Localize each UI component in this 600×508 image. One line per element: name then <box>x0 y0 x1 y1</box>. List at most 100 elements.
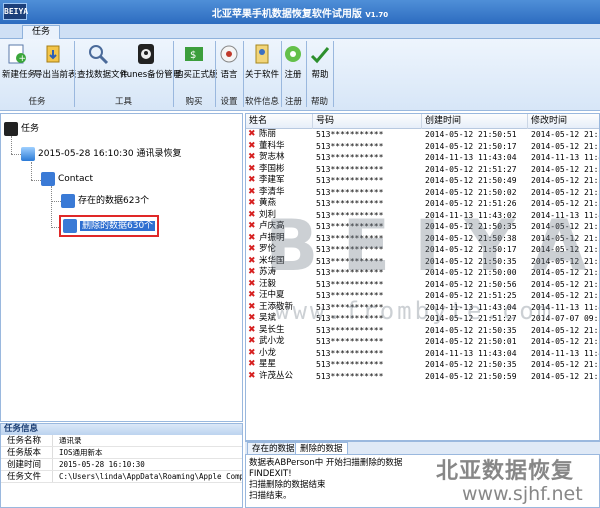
deleted-icon: ✖ <box>248 163 256 174</box>
created-time: 2014-05-12 21:51:26 <box>425 199 517 208</box>
table-row[interactable]: ✖ 卢庆高 513*********** 2014-05-12 21:50:35 201… <box>246 221 599 233</box>
tab-task[interactable]: 任务 <box>22 25 60 39</box>
language-label: 语言 <box>220 70 238 80</box>
contact-name: 汪毅 <box>259 278 277 289</box>
table-row[interactable]: ✖ 刘利 513*********** 2014-11-13 11:43:02 2014… <box>246 210 599 222</box>
modified-time: 2014-11-13 11:43:04 <box>531 302 599 312</box>
deleted-icon: ✖ <box>248 221 256 231</box>
table-row[interactable]: ✖ 苏涛 513*********** 2014-05-12 21:50:00 2014… <box>246 267 599 279</box>
help-label: 帮助 <box>311 70 329 80</box>
phone-number: 513*********** <box>316 371 384 381</box>
contact-name: 苏涛 <box>259 267 277 277</box>
help-button[interactable]: 帮助 <box>309 41 331 87</box>
name-cell: ✖ 贺志林 <box>248 152 285 164</box>
col-header-created[interactable]: 创建时间 <box>422 114 528 129</box>
table-row[interactable]: ✖ 王添敬新 513*********** 2014-11-13 11:43:04 20… <box>246 301 599 314</box>
search-file-icon <box>87 43 109 65</box>
created-time: 2014-05-12 21:50:35 <box>425 360 517 369</box>
table-row[interactable]: ✖ 小龙 513*********** 2014-11-13 11:43:04 2014… <box>246 348 599 360</box>
table-row[interactable]: ✖ 李清华 513*********** 2014-05-12 21:50:02 201… <box>246 187 599 199</box>
name-cell: ✖ 吴长生 <box>248 325 285 337</box>
new-task-button[interactable]: + 新建任务 <box>2 41 36 87</box>
table-row[interactable]: ✖ 贺志林 513*********** 2014-11-13 11:43:04 201… <box>246 152 599 164</box>
phone-number: 513*********** <box>316 360 384 369</box>
info-value: 通讯录 <box>59 436 82 445</box>
tree-connector <box>31 180 41 181</box>
info-row: 任务名称 通讯录 <box>1 435 242 447</box>
contact-name: 刘利 <box>259 209 277 220</box>
created-time: 2014-05-12 21:50:59 <box>425 371 517 381</box>
col-header-number[interactable]: 号码 <box>313 114 422 129</box>
created-time: 2014-11-13 11:43:04 <box>425 302 517 312</box>
phone-number: 513*********** <box>316 187 384 197</box>
name-cell: ✖ 苏涛 <box>248 267 276 279</box>
tree-node-contact[interactable]: Contact <box>41 171 93 187</box>
deleted-icon: ✖ <box>248 198 256 208</box>
col-header-modified[interactable]: 修改时间 <box>528 114 599 129</box>
phone-number: 513*********** <box>316 337 384 346</box>
contact-name: 武小龙 <box>259 336 285 346</box>
language-button[interactable]: 语言 <box>217 41 241 87</box>
tree-node-existing[interactable]: 存在的数据623个 <box>61 193 149 209</box>
group-label-buy: 购买 <box>185 97 203 107</box>
name-cell: ✖ 李建军 <box>248 175 285 187</box>
group-label-software-info: 软件信息 <box>244 97 279 107</box>
name-cell: ✖ 卢振明 <box>248 233 285 245</box>
contact-name: 吴斌 <box>259 313 277 323</box>
deleted-icon: ✖ <box>248 278 256 289</box>
group-label-register: 注册 <box>284 97 302 107</box>
tree-node-deleted[interactable]: 删除的数据630个 <box>59 215 160 237</box>
contact-name: 王添敬新 <box>259 301 294 312</box>
table-row[interactable]: ✖ 黄燕 513*********** 2014-05-12 21:51:26 2014… <box>246 198 599 210</box>
title-bar: BEIYA 北亚苹果手机数据恢复软件试用版 V1.70 <box>0 0 600 24</box>
name-cell: ✖ 陈丽 <box>248 129 276 141</box>
table-row[interactable]: ✖ 许茂丛公 513*********** 2014-05-12 21:50:59 20… <box>246 370 599 383</box>
phone-number: 513*********** <box>316 222 384 231</box>
buy-button[interactable]: $ 购买正式版 <box>175 41 218 87</box>
modified-time: 2014-05-12 21:50:03 <box>531 337 599 346</box>
name-cell: ✖ 米华国 <box>248 256 285 268</box>
tree-node-session[interactable]: 2015-05-28 16:10:30 通讯录恢复 <box>21 146 181 162</box>
table-row[interactable]: ✖ 米华国 513*********** 2014-05-12 21:50:35 201… <box>246 256 599 268</box>
contact-name: 许茂丛公 <box>259 370 294 381</box>
name-cell: ✖ 卢庆高 <box>248 221 285 233</box>
export-button[interactable]: 导出当前表 <box>34 41 77 87</box>
about-button[interactable]: 关于软件 <box>245 41 279 87</box>
table-row[interactable]: ✖ 陈丽 513*********** 2014-05-12 21:50:51 2014… <box>246 129 599 141</box>
table-row[interactable]: ✖ 汪毅 513*********** 2014-05-12 21:50:56 2014… <box>246 279 599 291</box>
table-row[interactable]: ✖ 星星 513*********** 2014-05-12 21:50:35 2014… <box>246 359 599 371</box>
col-header-name[interactable]: 姓名 <box>246 114 313 129</box>
table-row[interactable]: ✖ 汪中夏 513*********** 2014-05-12 21:51:25 201… <box>246 290 599 302</box>
group-label-tools: 工具 <box>114 97 132 107</box>
modified-time: 2014-05-12 21:51:00 <box>531 371 599 381</box>
deleted-icon: ✖ <box>248 336 256 346</box>
table-row[interactable]: ✖ 吴长生 513*********** 2014-05-12 21:50:35 201… <box>246 325 599 337</box>
table-row[interactable]: ✖ 董科华 513*********** 2014-05-12 21:50:17 201… <box>246 141 599 153</box>
contact-name: 汪中夏 <box>259 290 285 300</box>
deleted-icon: ✖ <box>248 129 256 139</box>
table-row[interactable]: ✖ 卢振明 513*********** 2014-05-12 21:50:38 201… <box>246 233 599 245</box>
created-time: 2014-05-12 21:50:00 <box>425 268 517 277</box>
table-row[interactable]: ✖ 武小龙 513*********** 2014-05-12 21:50:01 201… <box>246 336 599 348</box>
itunes-backup-button[interactable]: itunes备份管理 <box>121 41 181 87</box>
modified-time: 2014-05-12 21:50:17 <box>531 245 599 254</box>
table-header: 姓名 号码 创建时间 修改时间 <box>246 114 599 129</box>
created-time: 2014-05-12 21:50:35 <box>425 325 517 335</box>
name-cell: ✖ 汪毅 <box>248 279 276 291</box>
table-row[interactable]: ✖ 吴斌 513*********** 2014-05-12 21:51:27 2014… <box>246 313 599 325</box>
name-cell: ✖ 刘利 <box>248 210 276 222</box>
register-button[interactable]: 注册 <box>282 41 304 87</box>
table-row[interactable]: ✖ 李建军 513*********** 2014-05-12 21:50:49 201… <box>246 175 599 187</box>
tree-node-root[interactable]: 任务 <box>4 121 39 137</box>
modified-time: 2014-11-13 11:43:05 <box>531 153 599 162</box>
tree-session-label: 2015-05-28 16:10:30 通讯录恢复 <box>38 149 182 159</box>
table-row[interactable]: ✖ 李国彬 513*********** 2014-05-12 21:51:27 201… <box>246 163 599 176</box>
phone-icon <box>21 146 35 161</box>
info-value: 2015-05-28 16:10:30 <box>59 460 145 469</box>
deleted-icon: ✖ <box>248 244 256 254</box>
find-data-file-button[interactable]: 查找数据文件 <box>77 41 128 87</box>
table-row[interactable]: ✖ 罗伦 513*********** 2014-05-12 21:50:17 2014… <box>246 244 599 256</box>
created-time: 2014-05-12 21:50:35 <box>425 256 517 266</box>
modified-time: 2014-05-12 21:51:00 <box>531 291 599 300</box>
modified-time: 2014-05-12 21:50:56 <box>531 279 599 289</box>
